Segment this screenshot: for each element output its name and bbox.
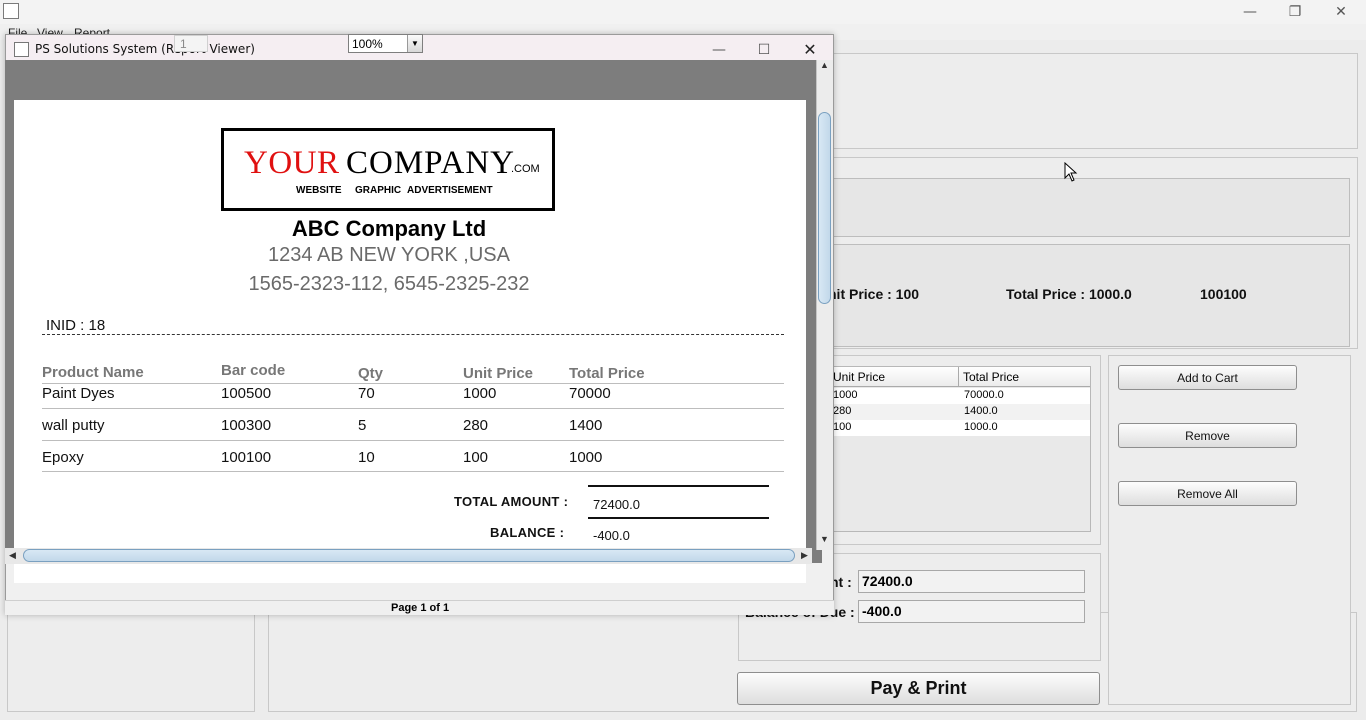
cart-table[interactable]: Unit Price Total Price 1000 70000.0 280 … bbox=[828, 366, 1091, 532]
item-total: 70000 bbox=[569, 385, 611, 402]
item-unit-price: 100 bbox=[463, 449, 489, 466]
remove-button[interactable]: Remove bbox=[1118, 423, 1297, 448]
scroll-thumb[interactable] bbox=[818, 112, 831, 304]
table-row[interactable]: 1000 70000.0 bbox=[829, 388, 1090, 404]
column-header-unit-price: Unit Price bbox=[463, 365, 534, 382]
column-header-product-name: Product Name bbox=[42, 364, 144, 381]
column-header-unit-price[interactable]: Unit Price bbox=[829, 367, 959, 387]
item-qty: 10 bbox=[358, 449, 375, 466]
page-status: Page 1 of 1 bbox=[391, 602, 450, 614]
dashed-divider bbox=[42, 334, 784, 335]
balance-value: -400.0 bbox=[593, 528, 630, 543]
mouse-cursor-icon bbox=[1064, 162, 1078, 182]
logo-tag: WEBSITE bbox=[296, 185, 342, 196]
total-price-label: Total Price : 1000.0 bbox=[1006, 286, 1132, 302]
table-cell: 70000.0 bbox=[964, 389, 1004, 401]
table-cell: 100 bbox=[833, 421, 852, 433]
logo-tag: ADVERTISEMENT bbox=[407, 185, 493, 196]
main-window-titlebar: — ❐ ✕ bbox=[0, 0, 1366, 24]
item-barcode: 100300 bbox=[221, 417, 272, 434]
balance-label: BALANCE : bbox=[490, 525, 565, 540]
item-unit-price: 1000 bbox=[463, 385, 497, 402]
amount-field[interactable]: 72400.0 bbox=[858, 570, 1085, 593]
company-name: ABC Company Ltd bbox=[291, 216, 487, 241]
report-page: YOUR COMPANY .COM WEBSITE GRAPHIC ADVERT… bbox=[14, 100, 806, 583]
page-number-input[interactable]: 1 bbox=[174, 35, 208, 52]
close-icon[interactable]: ✕ bbox=[1318, 0, 1364, 24]
pay-print-button[interactable]: Pay & Print bbox=[737, 672, 1100, 705]
table-rule bbox=[42, 440, 784, 441]
column-header-total-price: Total Price bbox=[569, 365, 645, 382]
table-rule bbox=[42, 383, 784, 384]
scroll-left-icon[interactable]: ◀ bbox=[9, 550, 16, 561]
table-rule bbox=[42, 408, 784, 409]
java-app-icon bbox=[3, 3, 19, 19]
status-bar: Page 1 of 1 bbox=[5, 600, 834, 615]
item-qty: 70 bbox=[358, 385, 375, 402]
scroll-thumb[interactable] bbox=[23, 549, 795, 562]
item-total: 1000 bbox=[569, 449, 603, 466]
actions-panel bbox=[1108, 355, 1351, 705]
company-phone: 1565-2323-112, 6545-2325-232 bbox=[248, 273, 530, 295]
logo-suffix: .COM bbox=[511, 163, 540, 175]
item-name: wall putty bbox=[42, 417, 105, 434]
horizontal-scrollbar[interactable]: ◀ ▶ bbox=[5, 548, 812, 564]
scroll-up-icon[interactable]: ▲ bbox=[820, 60, 829, 70]
table-cell: 1000.0 bbox=[964, 421, 998, 433]
table-cell: 280 bbox=[833, 405, 852, 417]
sidebar-panel bbox=[7, 612, 255, 712]
remove-all-button[interactable]: Remove All bbox=[1118, 481, 1297, 506]
item-total: 1400 bbox=[569, 417, 603, 434]
table-row[interactable]: 100 1000.0 bbox=[829, 420, 1090, 436]
table-row[interactable]: 280 1400.0 bbox=[829, 404, 1090, 420]
window-title: PS Solutions System (Report Viewer) bbox=[35, 42, 255, 56]
minimize-icon[interactable]: — bbox=[1227, 0, 1273, 24]
item-barcode: 100500 bbox=[221, 385, 272, 402]
header-panel bbox=[832, 53, 1358, 149]
item-qty: 5 bbox=[358, 417, 367, 434]
total-amount-value: 72400.0 bbox=[593, 497, 640, 512]
barcode-label: 100100 bbox=[1200, 286, 1247, 302]
table-cell: 1000 bbox=[833, 389, 858, 401]
search-panel bbox=[832, 178, 1350, 237]
column-header-total-price[interactable]: Total Price bbox=[959, 367, 1090, 387]
java-app-icon bbox=[14, 42, 29, 57]
vertical-scrollbar[interactable]: ▲ ▼ bbox=[816, 60, 833, 550]
item-barcode: 100100 bbox=[221, 449, 272, 466]
unit-price-label: nit Price : 100 bbox=[828, 286, 920, 302]
company-address: 1234 AB NEW YORK ,USA bbox=[268, 244, 510, 266]
logo-word-your: YOUR bbox=[244, 145, 340, 181]
column-header-bar-code: Bar code bbox=[221, 362, 286, 379]
company-logo: YOUR COMPANY .COM WEBSITE GRAPHIC ADVERT… bbox=[221, 128, 555, 211]
logo-word-company: COMPANY bbox=[346, 145, 516, 181]
scroll-right-icon[interactable]: ▶ bbox=[801, 550, 808, 561]
total-rule bbox=[588, 485, 769, 487]
logo-tag: GRAPHIC bbox=[355, 185, 402, 196]
balance-field[interactable]: -400.0 bbox=[858, 600, 1085, 623]
item-unit-price: 280 bbox=[463, 417, 489, 434]
table-rule bbox=[42, 471, 784, 472]
table-cell: 1400.0 bbox=[964, 405, 998, 417]
total-amount-label: TOTAL AMOUNT : bbox=[454, 494, 569, 509]
column-header-qty: Qty bbox=[358, 365, 384, 382]
add-to-cart-button[interactable]: Add to Cart bbox=[1118, 365, 1297, 390]
total-rule bbox=[588, 517, 769, 519]
chevron-down-icon[interactable]: ▼ bbox=[407, 35, 422, 52]
item-name: Epoxy bbox=[42, 449, 84, 466]
item-name: Paint Dyes bbox=[42, 385, 115, 402]
invoice-id: INID : 18 bbox=[46, 317, 106, 334]
scroll-down-icon[interactable]: ▼ bbox=[820, 534, 829, 544]
product-info-panel: nit Price : 100 Total Price : 1000.0 100… bbox=[828, 244, 1350, 347]
restore-icon[interactable]: ❐ bbox=[1272, 0, 1318, 24]
